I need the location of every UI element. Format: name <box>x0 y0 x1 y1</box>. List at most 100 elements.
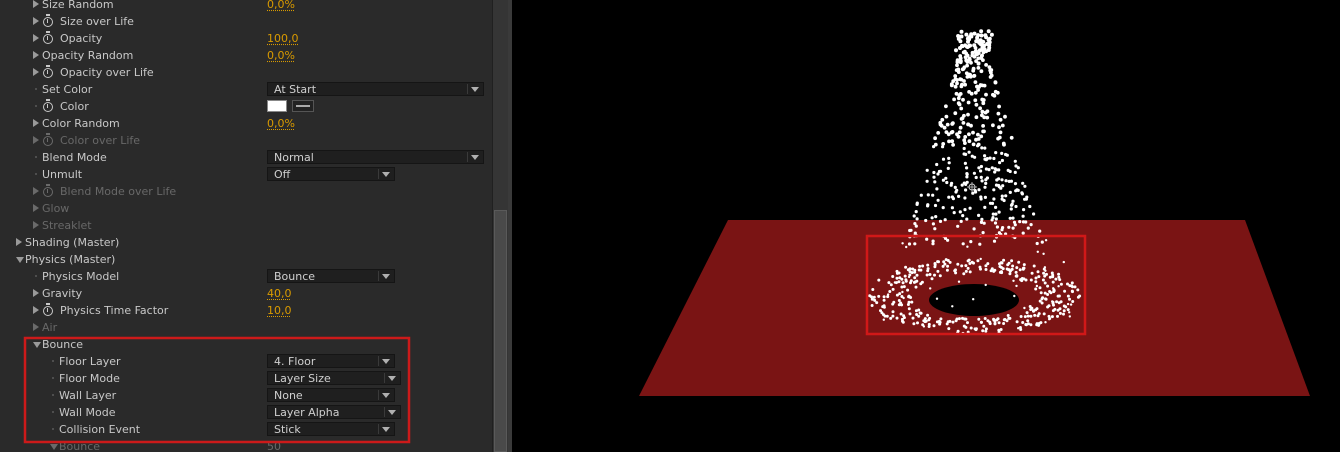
property-row-shading-master[interactable]: Shading (Master) <box>0 234 492 251</box>
property-value-field[interactable]: 100,0 <box>267 32 299 45</box>
twirl-right-icon[interactable] <box>33 17 39 25</box>
property-row-gravity[interactable]: Gravity 40,0 <box>0 285 492 302</box>
property-value-field[interactable]: 0,0% <box>267 49 295 62</box>
property-row-set-color[interactable]: Set Color At Start <box>0 81 492 98</box>
particle-dot <box>1051 300 1054 303</box>
property-row-wall-layer[interactable]: Wall Layer None <box>0 387 492 404</box>
property-row-color-random[interactable]: Color Random 0,0% <box>0 115 492 132</box>
property-row-bounce[interactable]: Bounce 50 <box>0 438 492 452</box>
property-row-wall-mode[interactable]: Wall Mode Layer Alpha <box>0 404 492 421</box>
particle-dot <box>950 130 955 134</box>
property-value-field[interactable]: 10,0 <box>267 304 292 317</box>
property-row-floor-mode[interactable]: Floor Mode Layer Size <box>0 370 492 387</box>
property-dropdown[interactable]: Off <box>267 167 395 181</box>
property-value-field[interactable]: 0,0% <box>267 117 295 130</box>
particle-dot <box>1041 296 1045 300</box>
twirl-right-icon[interactable] <box>33 136 39 144</box>
particle-dot <box>901 290 904 294</box>
twirl-down-icon[interactable] <box>16 257 24 263</box>
property-row-floor-layer[interactable]: Floor Layer 4. Floor <box>0 353 492 370</box>
particle-dot <box>997 135 1002 140</box>
property-dropdown[interactable]: None <box>267 388 395 402</box>
property-dropdown[interactable]: At Start <box>267 82 484 96</box>
property-row-unmult[interactable]: Unmult Off <box>0 166 492 183</box>
twirl-right-icon[interactable] <box>33 119 39 127</box>
particle-dot <box>1009 203 1014 207</box>
twirl-down-icon[interactable] <box>50 444 58 450</box>
property-row-color-over-life[interactable]: Color over Life <box>0 132 492 149</box>
twirl-right-icon[interactable] <box>33 187 39 195</box>
particle-dot <box>954 91 959 96</box>
twirl-right-icon[interactable] <box>33 0 39 8</box>
property-dropdown[interactable]: Layer Alpha <box>267 405 401 419</box>
particle-dot <box>997 321 1001 325</box>
property-dropdown[interactable]: Stick <box>267 422 395 436</box>
dropdown-selected-value: Layer Size <box>274 372 331 385</box>
twirl-right-icon[interactable] <box>33 51 39 59</box>
twirl-down-icon[interactable] <box>33 342 41 348</box>
property-row-opacity-random[interactable]: Opacity Random 0,0% <box>0 47 492 64</box>
property-row-glow[interactable]: Glow <box>0 200 492 217</box>
property-value-field[interactable]: 40,0 <box>267 287 292 300</box>
property-row-blend-mode-over-life[interactable]: Blend Mode over Life <box>0 183 492 200</box>
particle-dot <box>982 324 986 328</box>
particle-dot <box>953 269 957 273</box>
stopwatch-icon[interactable] <box>43 65 53 78</box>
particle-dot <box>908 312 912 316</box>
property-value-field[interactable]: 50 <box>267 440 281 452</box>
twirl-right-icon[interactable] <box>16 238 22 246</box>
particle-dot <box>933 265 937 269</box>
property-row-size-random[interactable]: Size Random 0,0% <box>0 0 492 13</box>
eyedropper-icon[interactable] <box>292 100 314 112</box>
panel-scrollbar[interactable] <box>492 0 508 452</box>
particle-dot <box>931 239 935 243</box>
property-row-physics-model[interactable]: Physics Model Bounce <box>0 268 492 285</box>
property-row-bounce[interactable]: Bounce <box>0 336 492 353</box>
tree-connector-dot <box>52 428 54 430</box>
property-row-air[interactable]: Air <box>0 319 492 336</box>
particle-dot <box>997 210 1001 214</box>
property-row-streaklet[interactable]: Streaklet <box>0 217 492 234</box>
particle-dot <box>936 269 940 273</box>
property-dropdown[interactable]: Normal <box>267 150 484 164</box>
twirl-right-icon[interactable] <box>33 34 39 42</box>
composition-viewer[interactable] <box>512 0 1340 452</box>
twirl-right-icon[interactable] <box>33 323 39 331</box>
particle-dot <box>1006 314 1010 317</box>
particle-dot <box>995 90 1000 95</box>
property-row-size-over-life[interactable]: Size over Life <box>0 13 492 30</box>
particle-dot <box>958 59 963 64</box>
particle-dot <box>951 320 955 324</box>
color-swatch[interactable] <box>267 100 287 112</box>
property-value-field[interactable]: 0,0% <box>267 0 295 11</box>
property-row-opacity[interactable]: Opacity 100,0 <box>0 30 492 47</box>
scrollbar-thumb[interactable] <box>494 210 507 452</box>
stopwatch-icon[interactable] <box>43 184 53 197</box>
property-row-blend-mode[interactable]: Blend Mode Normal <box>0 149 492 166</box>
particle-dot <box>1037 275 1041 279</box>
particle-dot <box>909 228 913 232</box>
particle-dot <box>997 317 1000 320</box>
property-row-collision-event[interactable]: Collision Event Stick <box>0 421 492 438</box>
twirl-right-icon[interactable] <box>33 289 39 297</box>
stopwatch-icon[interactable] <box>43 133 53 146</box>
property-dropdown[interactable]: Layer Size <box>267 371 401 385</box>
particle-dot <box>902 316 906 320</box>
stopwatch-icon[interactable] <box>43 14 53 27</box>
particle-dot <box>901 281 905 285</box>
property-row-opacity-over-life[interactable]: Opacity over Life <box>0 64 492 81</box>
twirl-right-icon[interactable] <box>33 68 39 76</box>
twirl-right-icon[interactable] <box>33 221 39 229</box>
property-row-physics-master[interactable]: Physics (Master) <box>0 251 492 268</box>
property-row-physics-time-factor[interactable]: Physics Time Factor 10,0 <box>0 302 492 319</box>
particle-dot <box>986 29 991 34</box>
stopwatch-icon[interactable] <box>43 31 53 44</box>
twirl-right-icon[interactable] <box>33 204 39 212</box>
stopwatch-icon[interactable] <box>43 303 53 316</box>
twirl-right-icon[interactable] <box>33 306 39 314</box>
stopwatch-icon[interactable] <box>43 99 53 112</box>
property-row-color[interactable]: Color <box>0 98 492 115</box>
property-dropdown[interactable]: Bounce <box>267 269 395 283</box>
particle-dot <box>1070 284 1074 288</box>
property-dropdown[interactable]: 4. Floor <box>267 354 395 368</box>
